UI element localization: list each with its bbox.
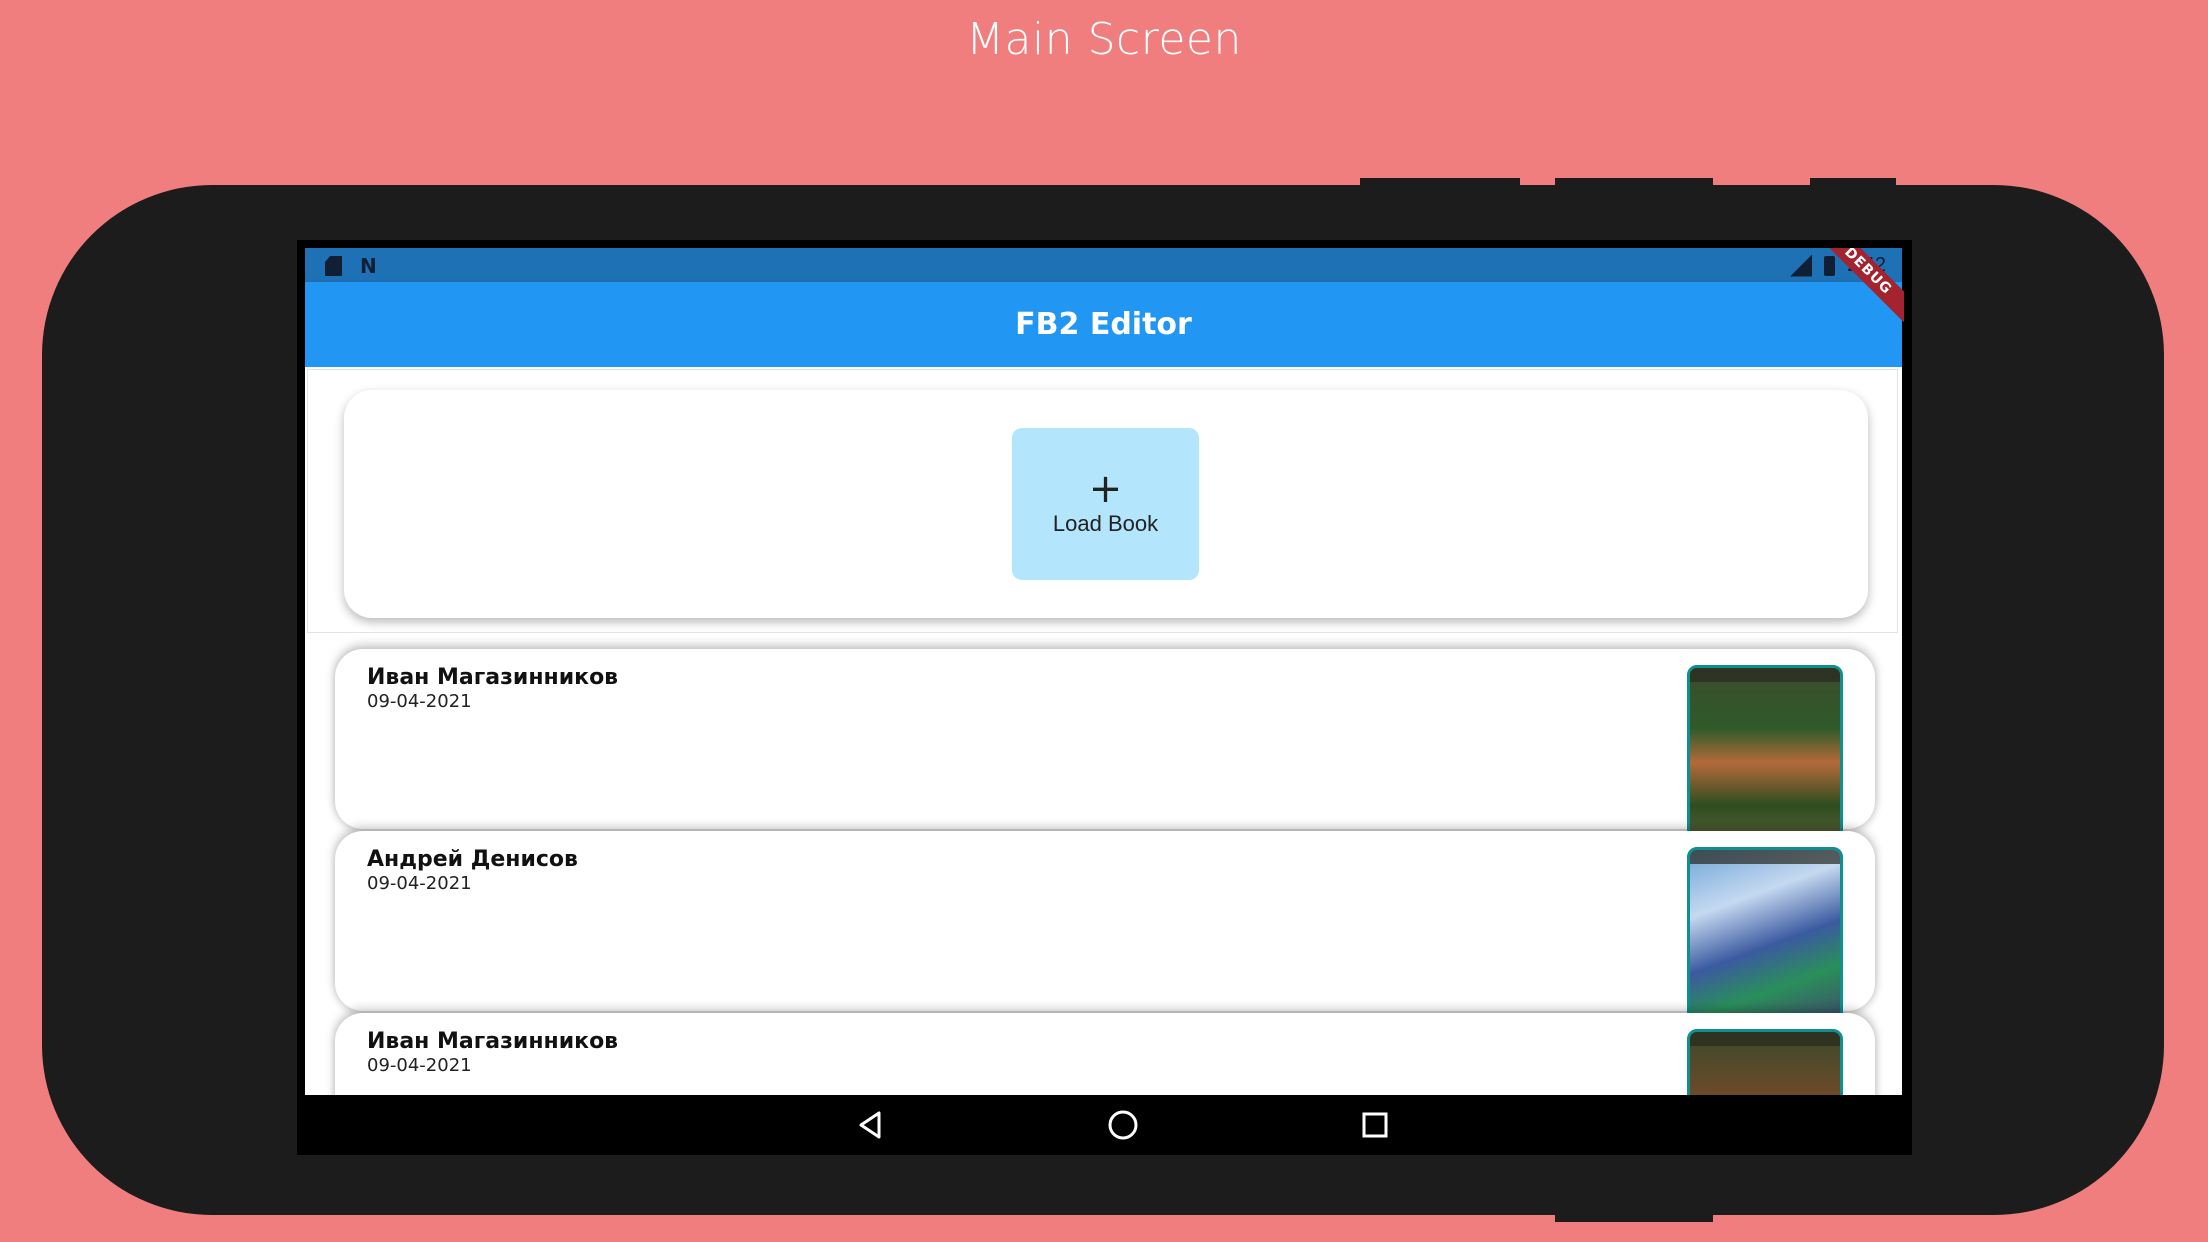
main-content[interactable]: + Load Book Иван Магазинников 09-04-2021… bbox=[305, 367, 1902, 1095]
book-card[interactable]: Иван Магазинников 09-04-2021 bbox=[335, 1013, 1875, 1095]
home-icon[interactable] bbox=[1105, 1107, 1141, 1143]
book-date: 09-04-2021 bbox=[367, 873, 472, 894]
app-bar: FB2 Editor bbox=[305, 282, 1902, 367]
book-author: Андрей Денисов bbox=[367, 847, 578, 872]
load-section: + Load Book bbox=[307, 369, 1898, 633]
device-screen: N 2:42 FB2 Editor DEBUG + Load Book Иван… bbox=[297, 240, 1912, 1155]
signal-icon bbox=[1790, 254, 1813, 277]
side-button-1 bbox=[1360, 178, 1520, 188]
app-title: FB2 Editor bbox=[1015, 307, 1192, 342]
side-button-3 bbox=[1810, 178, 1896, 188]
back-icon[interactable] bbox=[853, 1107, 889, 1143]
status-time: 2:42 bbox=[1847, 254, 1886, 276]
book-cover-image bbox=[1687, 847, 1843, 1025]
book-card[interactable]: Андрей Денисов 09-04-2021 bbox=[335, 831, 1875, 1025]
system-nav-bar bbox=[305, 1095, 1902, 1155]
notification-n-icon: N bbox=[360, 254, 377, 278]
book-date: 09-04-2021 bbox=[367, 691, 472, 712]
book-author: Иван Магазинников bbox=[367, 1029, 619, 1054]
book-cover-image bbox=[1687, 665, 1843, 843]
book-date: 09-04-2021 bbox=[367, 1055, 472, 1076]
load-card: + Load Book bbox=[344, 390, 1868, 618]
book-card[interactable]: Иван Магазинников 09-04-2021 bbox=[335, 649, 1875, 843]
recents-icon[interactable] bbox=[1357, 1107, 1393, 1143]
side-button-4 bbox=[1555, 1212, 1713, 1222]
battery-icon bbox=[1824, 255, 1836, 276]
book-cover-image bbox=[1687, 1029, 1843, 1095]
load-book-button[interactable]: + Load Book bbox=[1012, 428, 1199, 580]
page-caption: Main Screen bbox=[966, 14, 1242, 65]
sd-card-icon bbox=[325, 256, 342, 276]
side-button-2 bbox=[1555, 178, 1713, 188]
book-author: Иван Магазинников bbox=[367, 665, 619, 690]
status-bar: N 2:42 bbox=[305, 248, 1902, 282]
plus-icon: + bbox=[1088, 466, 1123, 512]
load-book-label: Load Book bbox=[1052, 511, 1159, 536]
